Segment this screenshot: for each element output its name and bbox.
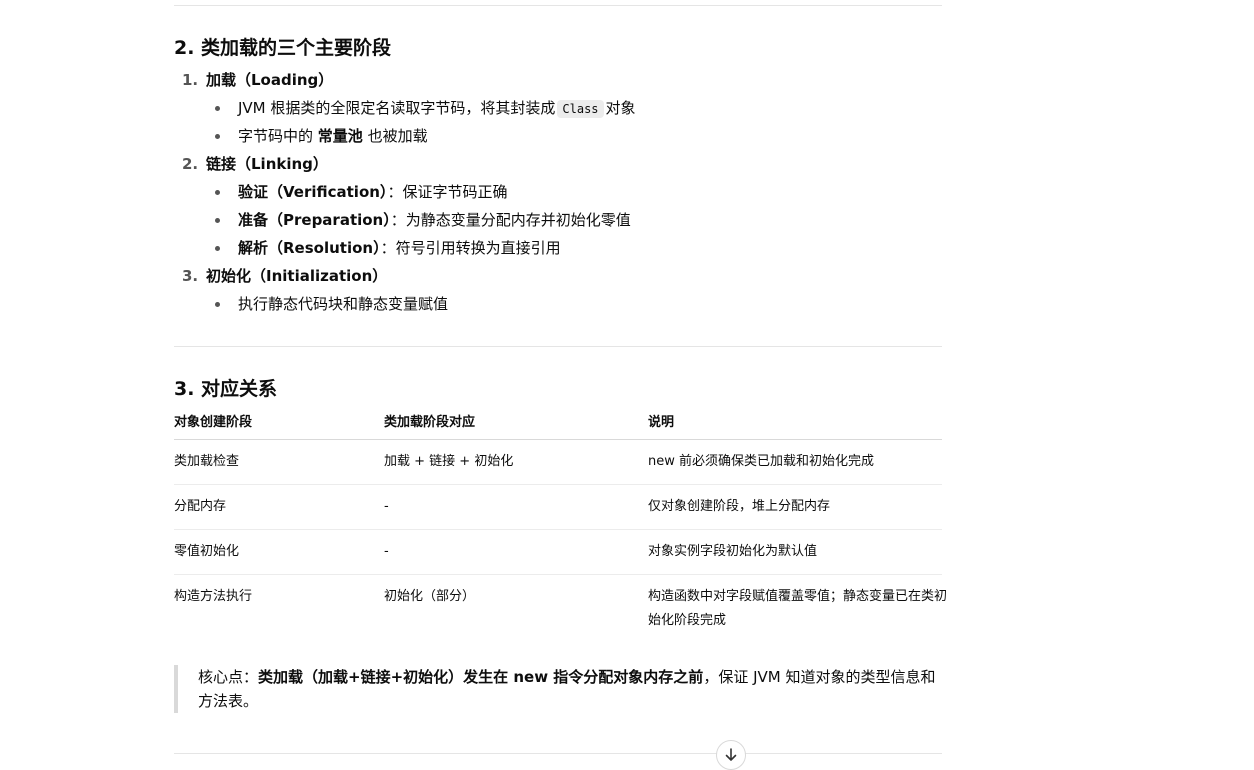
bullet-icon [215,134,220,139]
core-point-blockquote: 核心点：类加载（加载+链接+初始化）发生在 new 指令分配对象内存之前，保证 … [174,665,942,713]
section-2-heading: 2. 类加载的三个主要阶段 [174,37,392,59]
list-item: 执行静态代码块和静态变量赋值 [238,295,449,313]
list-number: 2. [182,155,199,173]
arrow-down-icon [725,748,737,761]
stage-loading-label: 加载（Loading） [206,71,334,89]
table-cell: 分配内存 [174,499,227,514]
table-cell: 加载 + 链接 + 初始化 [384,454,514,469]
row-divider [174,484,942,485]
table-cell: new 前必须确保类已加载和初始化完成 [648,454,875,469]
bullet-icon [215,190,220,195]
table-cell: 仅对象创建阶段，堆上分配内存 [648,499,831,514]
list-item: 字节码中的 常量池 也被加载 [238,127,428,145]
table-cell: 构造函数中对字段赋值覆盖零值；静态变量已在类初始化阶段完成 [648,589,948,628]
bullet-icon [215,246,220,251]
table-cell: - [384,499,389,514]
table-cell: 零值初始化 [174,544,240,559]
list-item: 验证（Verification）：保证字节码正确 [238,183,508,201]
table-cell: 构造方法执行 [174,589,253,604]
list-item: 解析（Resolution）：符号引用转换为直接引用 [238,239,561,257]
table-header-divider [174,439,942,440]
table-header: 对象创建阶段 [174,415,253,430]
divider [174,346,942,347]
list-item: 准备（Preparation）：为静态变量分配内存并初始化零值 [238,211,631,229]
scroll-to-bottom-button[interactable] [716,740,746,770]
bullet-icon [215,106,220,111]
inline-code: Class [557,100,604,118]
bullet-icon [215,302,220,307]
list-item: JVM 根据类的全限定名读取字节码，将其封装成 Class 对象 [238,99,636,118]
stage-linking-label: 链接（Linking） [206,155,328,173]
stage-initialization-label: 初始化（Initialization） [206,267,388,285]
table-cell: 初始化（部分） [384,589,476,604]
list-number: 3. [182,267,199,285]
table-header: 类加载阶段对应 [384,415,476,430]
row-divider [174,529,942,530]
bullet-icon [215,218,220,223]
table-header: 说明 [648,415,675,430]
table-cell: 类加载检查 [174,454,240,469]
divider [174,5,942,6]
table-cell: - [384,544,389,559]
chat-message-content: 2. 类加载的三个主要阶段 1. 加载（Loading） JVM 根据类的全限定… [174,0,947,770]
section-3-heading: 3. 对应关系 [174,378,278,400]
table-cell: 对象实例字段初始化为默认值 [648,544,818,559]
list-number: 1. [182,71,199,89]
row-divider [174,574,942,575]
divider [174,753,942,754]
